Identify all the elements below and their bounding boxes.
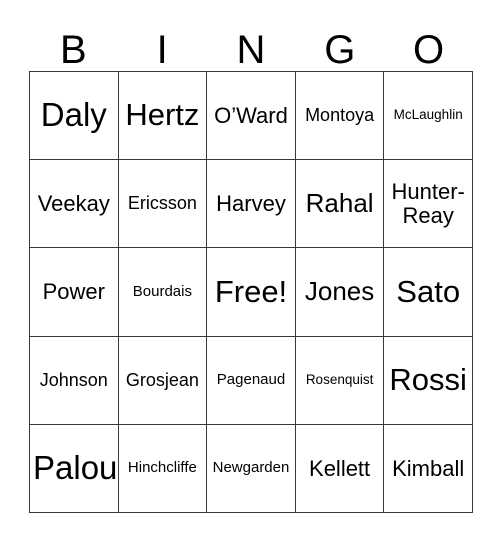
bingo-header-letter-b: B xyxy=(60,28,87,72)
bingo-cell-label: Grosjean xyxy=(125,369,199,390)
bingo-cell-label: Rahal xyxy=(305,188,374,219)
bingo-free-space-cell[interactable]: Free! xyxy=(207,248,296,337)
bingo-cell[interactable]: Johnson xyxy=(30,336,119,425)
bingo-cell[interactable]: Rossi xyxy=(384,336,473,425)
bingo-cell[interactable]: Rosenquist xyxy=(295,336,385,425)
bingo-cell[interactable]: Jones xyxy=(295,248,385,337)
bingo-cell[interactable]: Daly xyxy=(30,72,119,161)
bingo-cell[interactable]: Newgarden xyxy=(207,424,296,513)
bingo-cell[interactable]: McLaughlin xyxy=(384,72,473,161)
bingo-cell[interactable]: Power xyxy=(30,248,119,337)
bingo-cell-label: Bourdais xyxy=(132,283,192,301)
bingo-card: B I N G O Daly Hertz O’Ward Montoya McLaughl… xyxy=(0,0,500,544)
bingo-cell[interactable]: Veekay xyxy=(30,160,119,249)
bingo-cell[interactable]: Rahal xyxy=(295,160,385,249)
bingo-cell[interactable]: Pagenaud xyxy=(207,336,296,425)
bingo-cell[interactable]: Palou xyxy=(30,424,119,513)
bingo-cell[interactable]: O’Ward xyxy=(207,72,296,161)
bingo-cell-label: Daly xyxy=(40,96,107,134)
bingo-cell-label: Rosenquist xyxy=(305,372,374,388)
bingo-cell-label: Montoya xyxy=(305,105,375,126)
bingo-cell-label: McLaughlin xyxy=(393,107,463,123)
bingo-cell-label: Kellett xyxy=(309,455,371,481)
bingo-cell-label: Veekay xyxy=(37,191,110,217)
bingo-cell[interactable]: Kimball xyxy=(384,424,473,513)
bingo-cell-label: Sato xyxy=(396,273,461,309)
bingo-header-letter-o: O xyxy=(413,28,445,72)
bingo-header-row: B I N G O xyxy=(29,18,473,70)
bingo-cell-label: Rossi xyxy=(389,361,467,397)
bingo-cell-label: Ericsson xyxy=(127,193,197,214)
bingo-cell-label: Palou xyxy=(33,448,118,486)
bingo-cell[interactable]: Hinchcliffe xyxy=(118,424,208,513)
bingo-grid: Daly Hertz O’Ward Montoya McLaughlin Veekay Er… xyxy=(29,71,473,513)
bingo-cell[interactable]: Grosjean xyxy=(118,336,208,425)
bingo-cell-label: Pagenaud xyxy=(216,371,286,389)
bingo-cell[interactable]: Sato xyxy=(384,248,473,337)
bingo-cell[interactable]: Montoya xyxy=(295,72,385,161)
bingo-cell-label: Hertz xyxy=(125,97,200,133)
bingo-cell-label: Hunter-Reay xyxy=(391,179,465,228)
bingo-cell[interactable]: Hunter-Reay xyxy=(384,160,473,249)
bingo-free-space-label: Free! xyxy=(214,273,288,309)
bingo-cell-label: Jones xyxy=(304,276,375,307)
bingo-cell-label: Kimball xyxy=(392,455,465,481)
bingo-cell-label: Harvey xyxy=(216,191,286,217)
bingo-header-letter-n: N xyxy=(236,28,266,72)
bingo-cell-label: O’Ward xyxy=(214,102,288,128)
bingo-cell[interactable]: Kellett xyxy=(295,424,385,513)
bingo-cell[interactable]: Hertz xyxy=(118,72,208,161)
bingo-cell-label: Johnson xyxy=(39,369,108,390)
bingo-cell-label: Hinchcliffe xyxy=(127,459,197,477)
bingo-cell-label: Power xyxy=(42,279,105,305)
bingo-cell-label: Newgarden xyxy=(212,459,290,477)
bingo-header-letter-g: G xyxy=(324,28,356,72)
bingo-cell[interactable]: Harvey xyxy=(207,160,296,249)
bingo-cell[interactable]: Bourdais xyxy=(118,248,208,337)
bingo-cell[interactable]: Ericsson xyxy=(118,160,208,249)
bingo-header-letter-i: I xyxy=(156,28,168,72)
